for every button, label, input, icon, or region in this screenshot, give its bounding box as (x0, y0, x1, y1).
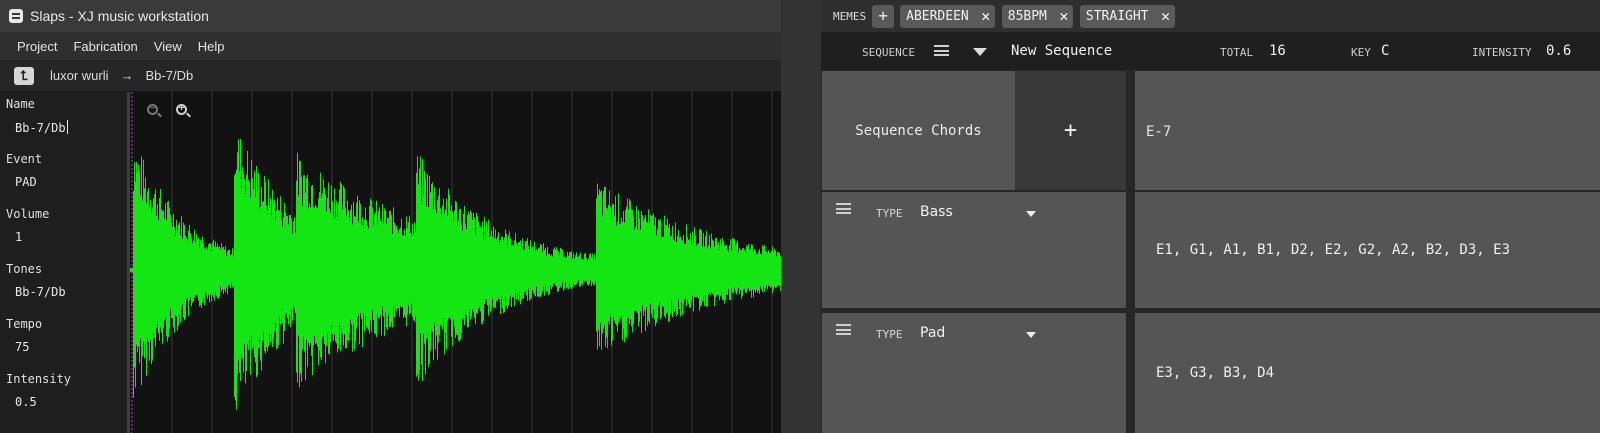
volume-label: Volume (6, 207, 50, 221)
chord-cell[interactable]: E-7 (1135, 71, 1600, 190)
remove-meme-icon[interactable]: ✕ (1055, 5, 1073, 28)
workstation-window: Slaps - XJ music workstation Project Fab… (0, 0, 781, 433)
name-field[interactable]: Bb-7/Db (15, 120, 68, 135)
menu-fabrication[interactable]: Fabrication (65, 39, 145, 54)
name-field-value: Bb-7/Db (15, 121, 66, 135)
menu-project[interactable]: Project (9, 39, 65, 54)
remove-meme-icon[interactable]: ✕ (1157, 5, 1175, 28)
voice-type-dropdown-icon[interactable] (1026, 211, 1036, 217)
navigate-up-icon[interactable]: ⮤ (14, 66, 34, 85)
breadcrumb-arrow-icon: → (120, 68, 134, 83)
volume-field[interactable]: 1 (15, 230, 22, 244)
memes-label: MEMES (833, 9, 867, 23)
remove-meme-icon[interactable]: ✕ (977, 5, 995, 28)
sequence-chords-title: Sequence Chords (822, 71, 1015, 190)
voice-notes: E1, G1, A1, B1, D2, E2, G2, A2, B2, D3, … (1156, 242, 1511, 258)
meme-chip: 85BPM ✕ (1001, 4, 1073, 28)
total-label: TOTAL (1220, 46, 1254, 59)
menu-view[interactable]: View (146, 39, 190, 54)
breadcrumb-library[interactable]: luxor wurli (50, 68, 109, 83)
voice-type-select[interactable]: Pad (920, 325, 945, 341)
meme-chip: STRAIGHT ✕ (1079, 4, 1175, 28)
add-meme-button[interactable]: + (872, 4, 895, 28)
add-chord-button[interactable]: + (1015, 71, 1126, 190)
voice-type-label: TYPE (876, 328, 903, 341)
waveform-canvas (130, 92, 781, 433)
sequence-label: SEQUENCE (862, 46, 915, 59)
event-field[interactable]: PAD (15, 175, 37, 189)
meme-chip-label: 85BPM (1007, 8, 1047, 24)
zoom-out-icon[interactable]: − (146, 103, 162, 119)
voice-type-select[interactable]: Bass (920, 204, 953, 220)
voice-notes-cell-pad[interactable]: E3, G3, B3, D4 (1135, 313, 1600, 433)
meme-chip: ABERDEEN ✕ (900, 4, 995, 28)
window-title: Slaps - XJ music workstation (30, 8, 209, 24)
memes-bar: MEMES + ABERDEEN ✕ 85BPM ✕ STRAIGHT ✕ (821, 0, 1600, 32)
intensity-field[interactable]: 0.5 (15, 395, 37, 409)
menu-bar: Project Fabrication View Help (0, 32, 781, 60)
title-bar: Slaps - XJ music workstation (0, 0, 781, 32)
name-label: Name (6, 97, 35, 111)
intensity-label: INTENSITY (1472, 46, 1532, 59)
sequence-editor-window: MEMES + ABERDEEN ✕ 85BPM ✕ STRAIGHT ✕ SE… (821, 0, 1600, 433)
tones-field[interactable]: Bb-7/Db (15, 285, 66, 299)
total-value[interactable]: 16 (1269, 43, 1286, 59)
breadcrumb: ⮤ luxor wurli → Bb-7/Db (0, 60, 781, 92)
text-caret (66, 120, 68, 134)
tempo-label: Tempo (6, 317, 43, 331)
voice-notes: E3, G3, B3, D4 (1156, 365, 1275, 381)
waveform-view[interactable]: − + (130, 92, 781, 433)
voice-type-dropdown-icon[interactable] (1026, 332, 1036, 338)
sequence-dropdown-icon[interactable] (973, 48, 987, 56)
event-label: Event (6, 152, 43, 166)
key-label: KEY (1351, 46, 1371, 59)
app-icon (9, 9, 23, 23)
sequence-menu-icon[interactable] (934, 45, 949, 56)
voice-header-bass: TYPE Bass (822, 192, 1126, 308)
waveform-path (130, 138, 781, 410)
key-value[interactable]: C (1381, 43, 1389, 59)
voice-type-label: TYPE (876, 207, 903, 220)
voice-drag-handle-icon[interactable] (836, 203, 851, 214)
meme-chip-label: STRAIGHT (1085, 8, 1149, 24)
voice-notes-cell-bass[interactable]: E1, G1, A1, B1, D2, E2, G2, A2, B2, D3, … (1135, 192, 1600, 308)
meme-chip-label: ABERDEEN (906, 8, 969, 24)
sequence-name[interactable]: New Sequence (1011, 43, 1112, 59)
desktop-background (781, 0, 821, 433)
voice-header-pad: TYPE Pad (822, 313, 1126, 433)
chord-name: E-7 (1146, 124, 1172, 140)
menu-help[interactable]: Help (190, 39, 233, 54)
intensity-label: Intensity (6, 372, 72, 386)
sequence-bar: SEQUENCE New Sequence TOTAL 16 KEY C INT… (821, 32, 1600, 70)
voice-drag-handle-icon[interactable] (836, 324, 851, 335)
zoom-in-icon[interactable]: + (175, 103, 191, 119)
breadcrumb-item: Bb-7/Db (145, 68, 194, 83)
tempo-field[interactable]: 75 (15, 340, 29, 354)
intensity-value[interactable]: 0.6 (1546, 43, 1571, 59)
properties-panel: Name Bb-7/Db Event PAD Volume 1 Tones Bb… (0, 92, 128, 433)
tones-label: Tones (6, 262, 43, 276)
